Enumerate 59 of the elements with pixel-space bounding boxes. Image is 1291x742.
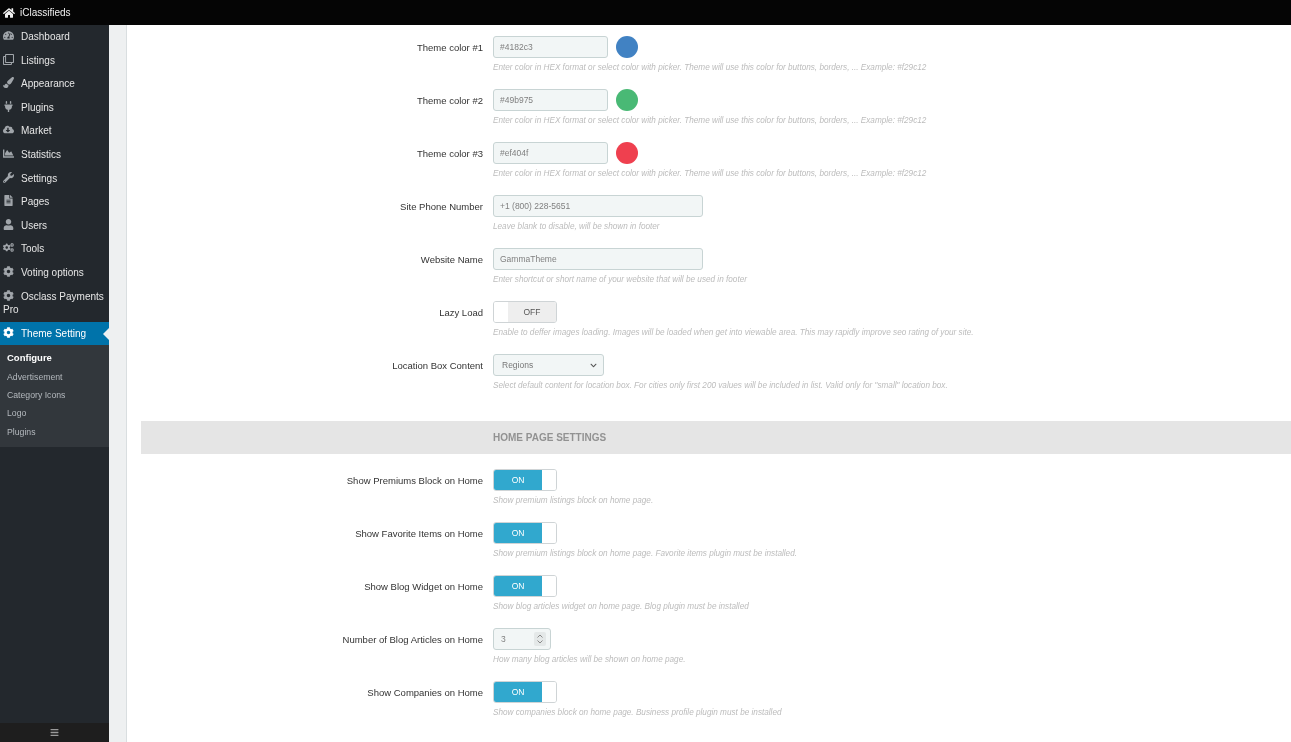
copy-icon [3, 53, 14, 65]
field-label: Theme color #3 [417, 147, 483, 159]
menu-item[interactable]: Pages [0, 190, 109, 214]
site-title[interactable]: iClassifieds [20, 7, 71, 18]
submenu-item[interactable]: Configure [7, 349, 52, 368]
text-input[interactable]: GammaTheme [493, 248, 703, 270]
field-label: Number of Blog Articles on Home [342, 633, 483, 645]
submenu-item[interactable]: Logo [7, 404, 27, 423]
color-input[interactable]: #4182c3 [493, 36, 608, 58]
menu-item[interactable]: Listings [0, 48, 109, 73]
field-label: Website Name [420, 253, 483, 265]
text-input[interactable]: +1 (800) 228-5651 [493, 195, 703, 217]
field-label: Theme color #1 [417, 41, 483, 53]
gear-icon [3, 265, 14, 277]
color-swatch-icon[interactable] [616, 89, 638, 111]
color-input[interactable]: #49b975 [493, 89, 608, 111]
section-header: HOME PAGE SETTINGS [141, 421, 1291, 454]
menu-item[interactable]: Plugins [0, 95, 109, 120]
plug-icon [3, 100, 14, 112]
field-label: Show Favorite Items on Home [355, 527, 483, 539]
menu-item[interactable]: Voting options [0, 260, 109, 285]
spinner-icon[interactable] [534, 632, 546, 646]
menu-icon[interactable] [49, 728, 60, 737]
menu-item[interactable]: Market [0, 119, 109, 143]
field-label: Site Phone Number [400, 200, 483, 212]
toggle-switch[interactable]: OFF [493, 301, 557, 323]
dropdown[interactable]: Regions [493, 354, 604, 376]
gears-icon [3, 242, 14, 254]
color-input[interactable]: #ef404f [493, 142, 608, 164]
submenu-item[interactable]: Plugins [7, 422, 36, 441]
document-icon [3, 195, 14, 207]
menu-item[interactable]: Statistics [0, 142, 109, 167]
menu-item[interactable]: Tools [0, 237, 109, 261]
field-label: Show Companies on Home [367, 686, 483, 698]
field-label: Show Blog Widget on Home [364, 580, 483, 592]
color-swatch-icon[interactable] [616, 142, 638, 164]
gear-icon [3, 289, 14, 301]
user-icon [3, 218, 14, 230]
color-swatch-icon[interactable] [616, 36, 638, 58]
home-icon[interactable] [3, 6, 15, 19]
menu-item[interactable]: Theme Setting [0, 321, 109, 346]
submenu-item[interactable]: Category Icons [7, 385, 66, 405]
cloud-download-icon [3, 124, 14, 136]
menu-item[interactable]: Appearance [0, 72, 109, 96]
menu-item[interactable]: Osclass Payments Pro [0, 284, 109, 322]
field-label: Location Box Content [392, 359, 483, 371]
area-chart-icon [3, 147, 14, 159]
menu-item[interactable]: Settings [0, 166, 109, 191]
chevron-down-icon [590, 361, 597, 369]
menu-item[interactable]: Users [0, 213, 109, 238]
field-label: Theme color #2 [417, 94, 483, 106]
brush-icon [3, 77, 14, 89]
wrench-icon [3, 171, 14, 183]
field-label: Lazy Load [439, 306, 483, 318]
menu-item[interactable]: Dashboard [0, 25, 109, 49]
gear-icon [3, 326, 14, 338]
submenu-item[interactable]: Advertisement [7, 367, 63, 386]
gauge-icon [3, 30, 14, 41]
field-label: Show Premiums Block on Home [346, 474, 483, 486]
